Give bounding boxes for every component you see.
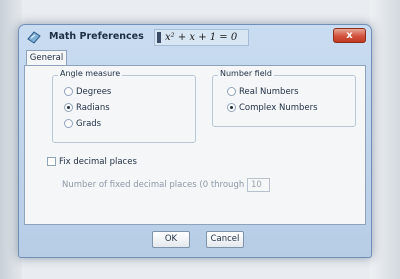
title-bar[interactable]: Math Preferences x² + x + 1 = 0 x [19,25,371,49]
fix-decimal-box[interactable] [47,157,56,166]
radio-degrees-button[interactable] [64,87,73,96]
app-icon [27,31,41,44]
ok-button[interactable]: OK [152,231,190,248]
angle-measure-label: Angle measure [58,69,123,78]
radio-grads-button[interactable] [64,119,73,128]
formula-cursor-icon [157,32,161,43]
number-field-label: Number field [218,69,274,78]
window-title: Math Preferences [49,31,144,42]
radio-complex-numbers-button[interactable] [227,103,236,112]
fix-decimal-label: Fix decimal places [59,157,137,167]
number-field-group: Number field Real Numbers Complex Number… [212,69,356,127]
background-right [370,0,400,279]
radio-radians-button[interactable] [64,103,73,112]
radio-degrees-label: Degrees [76,87,112,97]
cancel-button[interactable]: Cancel [206,231,244,248]
radio-real-numbers-label: Real Numbers [239,87,299,97]
radio-complex-numbers-label: Complex Numbers [239,103,318,113]
formula-display: x² + x + 1 = 0 [154,29,249,46]
radio-radians-label: Radians [76,103,110,113]
angle-measure-group: Angle measure Degrees Radians Grads [52,69,196,143]
decimal-count-input[interactable]: 10 [247,178,270,192]
math-preferences-dialog: Math Preferences x² + x + 1 = 0 x Genera… [18,24,372,258]
general-panel: Angle measure Degrees Radians Grads Numb… [24,65,366,225]
close-button[interactable]: x [333,28,366,43]
formula-text: x² + x + 1 = 0 [165,32,238,43]
radio-real-numbers-button[interactable] [227,87,236,96]
decimal-count-label: Number of fixed decimal places (0 throug… [62,180,264,190]
radio-grads-label: Grads [76,119,102,129]
tab-general[interactable]: General [26,50,67,66]
